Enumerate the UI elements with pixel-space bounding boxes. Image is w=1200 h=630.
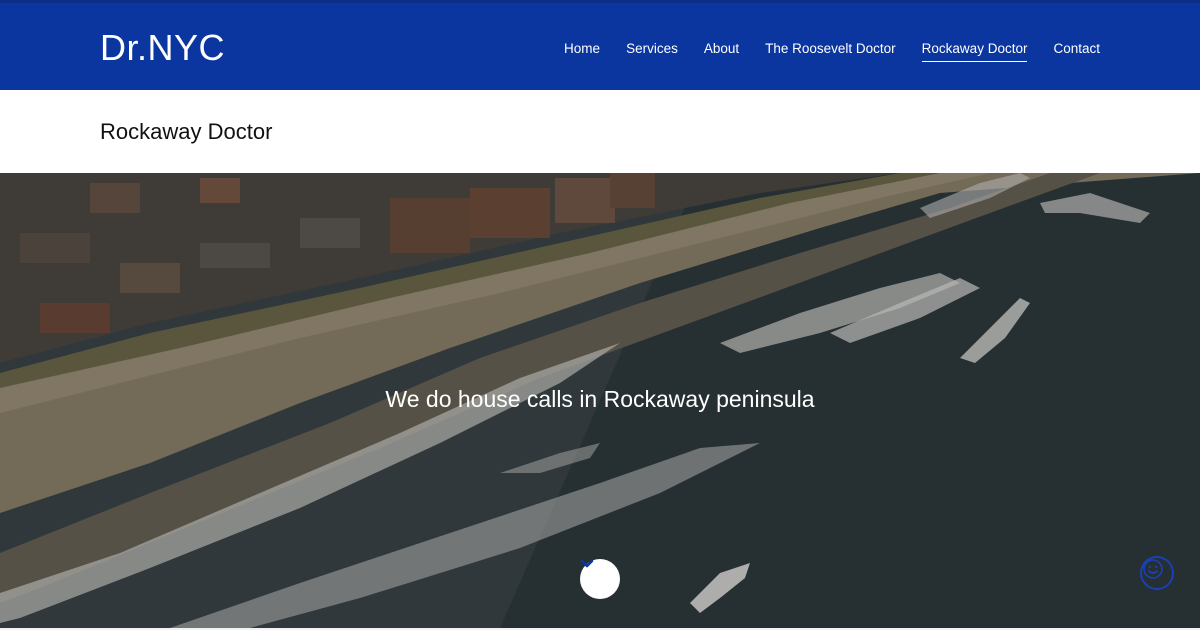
nav-rockaway-doctor[interactable]: Rockaway Doctor [921,41,1028,62]
scroll-down-button[interactable] [580,559,620,599]
site-logo[interactable]: Dr.NYC [100,30,225,66]
hero-section: We do house calls in Rockaway peninsula [0,173,1200,628]
nav-about[interactable]: About [704,41,739,62]
chevron-down-icon [580,559,594,568]
nav-roosevelt-doctor[interactable]: The Roosevelt Doctor [765,41,896,62]
main-nav: Home Services About The Roosevelt Doctor… [564,41,1100,62]
page-title: Rockaway Doctor [100,119,273,144]
nav-home[interactable]: Home [564,41,600,62]
page-title-bar: Rockaway Doctor [0,90,1200,173]
nav-contact[interactable]: Contact [1053,41,1100,62]
smiley-chat-icon [1143,559,1163,579]
chat-button[interactable] [1140,556,1174,590]
site-header: Dr.NYC Home Services About The Roosevelt… [0,0,1200,90]
hero-tagline: We do house calls in Rockaway peninsula [385,386,815,412]
nav-services[interactable]: Services [626,41,678,62]
